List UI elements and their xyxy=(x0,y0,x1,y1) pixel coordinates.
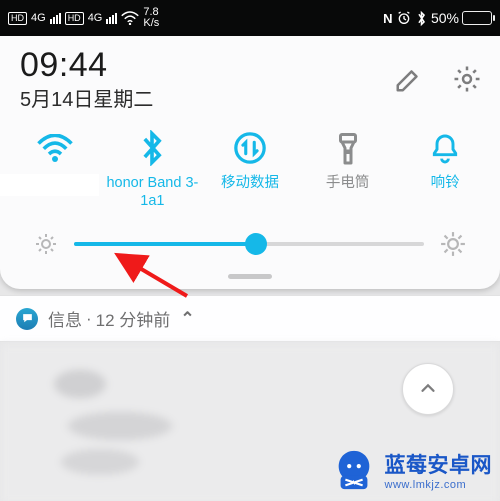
watermark-text: 蓝莓安卓网 xyxy=(385,449,493,479)
qs-flashlight-label: 手电筒 xyxy=(326,174,370,210)
brightness-low-icon xyxy=(34,232,58,256)
flashlight-icon xyxy=(328,128,368,168)
wifi-icon xyxy=(35,128,75,168)
network-rate: 7.8 K/s xyxy=(143,7,159,29)
alarm-icon xyxy=(396,10,412,26)
status-left: HD 4G HD 4G 7.8 K/s xyxy=(8,7,159,29)
brightness-row xyxy=(0,220,500,270)
sim2-signal-icon xyxy=(106,13,117,24)
panel-drag-handle[interactable] xyxy=(228,274,272,279)
quick-settings-row: W honor Band 3-1a1 移动数据 手电筒 xyxy=(0,114,500,220)
messages-app-icon xyxy=(16,308,38,330)
watermark: 蓝莓安卓网 www.lmkjz.com xyxy=(331,447,493,493)
slider-thumb[interactable] xyxy=(245,233,267,255)
clock-block[interactable]: 09:44 5月14日星期二 xyxy=(20,46,153,112)
qs-wifi[interactable]: W xyxy=(9,128,101,210)
battery-indicator: 50% xyxy=(431,10,492,26)
status-bar: HD 4G HD 4G 7.8 K/s N 50% xyxy=(0,0,500,36)
collapse-caret-icon[interactable]: ⌃ xyxy=(180,309,194,329)
settings-icon[interactable] xyxy=(452,64,482,94)
brightness-high-icon xyxy=(440,231,466,257)
wifi-status-icon xyxy=(121,11,139,25)
qs-mobile-data-label: 移动数据 xyxy=(221,174,279,210)
bluetooth-icon xyxy=(132,128,172,168)
battery-percent: 50% xyxy=(431,10,459,26)
qs-flashlight[interactable]: 手电筒 xyxy=(302,128,394,210)
qs-ring-mode[interactable]: 响铃 xyxy=(399,128,491,210)
scroll-up-fab[interactable] xyxy=(402,363,454,415)
qs-ring-label: 响铃 xyxy=(431,174,460,210)
watermark-url: www.lmkjz.com xyxy=(385,479,493,491)
mobile-data-icon xyxy=(230,128,270,168)
qs-mobile-data[interactable]: 移动数据 xyxy=(204,128,296,210)
bluetooth-status-icon xyxy=(416,10,427,27)
panel-time: 09:44 xyxy=(20,46,153,85)
sim1-hd-badge: HD xyxy=(8,12,27,25)
edit-icon[interactable] xyxy=(394,64,424,94)
status-right: N 50% xyxy=(383,10,492,27)
notification-app-name: 信息 xyxy=(48,306,82,331)
battery-icon xyxy=(462,11,492,25)
watermark-logo-icon xyxy=(331,447,377,493)
qs-bluetooth-label: honor Band 3-1a1 xyxy=(106,174,198,210)
qs-bluetooth[interactable]: honor Band 3-1a1 xyxy=(106,128,198,210)
brightness-slider[interactable] xyxy=(74,230,424,258)
notification-age: 12 分钟前 xyxy=(96,306,171,331)
panel-date: 5月14日星期二 xyxy=(20,83,153,112)
notification-separator: · xyxy=(86,309,92,329)
sim1-signal-icon xyxy=(50,13,61,24)
sim2-hd-badge: HD xyxy=(65,12,84,25)
sim1-net-type: 4G xyxy=(31,12,46,24)
quick-settings-panel: 09:44 5月14日星期二 W xyxy=(0,36,500,289)
redaction-mask xyxy=(0,174,99,196)
nfc-icon: N xyxy=(383,11,392,26)
sim2-net-type: 4G xyxy=(88,12,103,24)
bell-icon xyxy=(425,128,465,168)
notification-header[interactable]: 信息 · 12 分钟前 ⌃ xyxy=(0,295,500,342)
